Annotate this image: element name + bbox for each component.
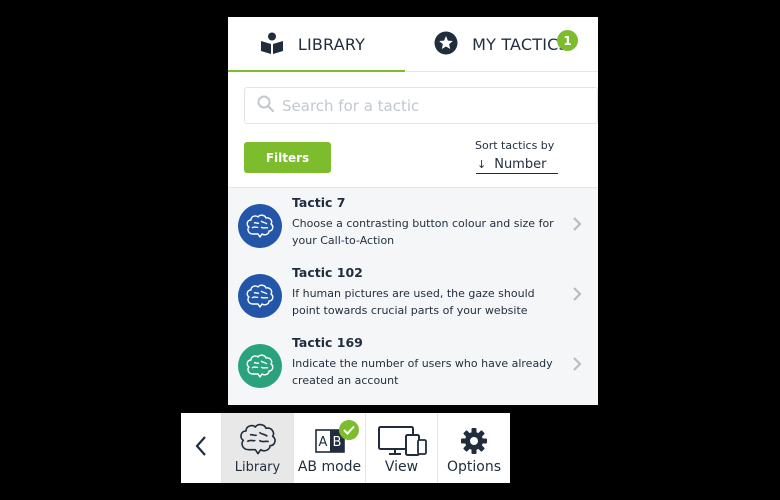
tactic-title: Tactic 102 [292, 265, 363, 280]
back-button[interactable] [181, 413, 222, 483]
tactic-item[interactable]: Tactic 102 If human pictures are used, t… [228, 258, 598, 328]
tactic-description: Choose a contrasting button colour and s… [292, 217, 554, 247]
tactics-panel: LIBRARY MY TACTICS 1 Filters Sort tactic… [228, 17, 598, 405]
active-tab-indicator [228, 70, 405, 72]
view-button-label: View [384, 459, 419, 475]
tactic-title: Tactic 169 [292, 335, 363, 350]
search-input[interactable] [282, 96, 582, 115]
tab-bar: LIBRARY MY TACTICS 1 [228, 17, 598, 72]
chevron-right-icon [572, 286, 582, 306]
tactic-description: Indicate the number of users who have al… [292, 357, 553, 387]
chevron-right-icon [572, 356, 582, 376]
tactic-title: Tactic 7 [292, 195, 346, 210]
view-button[interactable]: View [366, 413, 438, 483]
ab-mode-button[interactable]: A B AB mode [294, 413, 366, 483]
svg-text:A: A [318, 435, 327, 450]
filters-button[interactable]: Filters [244, 142, 331, 173]
star-icon [434, 31, 458, 59]
sort-label: Sort tactics by [475, 139, 555, 152]
library-button[interactable]: Library [222, 413, 294, 483]
options-button-label: Options [446, 459, 502, 475]
my-tactics-count-badge: 1 [557, 30, 578, 51]
tab-library[interactable]: LIBRARY [228, 17, 405, 72]
sort-direction-arrow-icon: ↓ [477, 158, 487, 171]
tab-my-tactics-label: MY TACTICS [472, 35, 569, 54]
sort-value: Number [494, 157, 547, 172]
search-box[interactable] [244, 87, 598, 124]
book-reader-icon [260, 32, 284, 58]
bottom-toolbar: Library A B AB mode View Options [181, 413, 510, 483]
brain-icon [238, 344, 282, 388]
gear-icon [460, 427, 488, 459]
tactic-item[interactable]: Tactic 7 Choose a contrasting button col… [228, 188, 598, 258]
svg-text:B: B [332, 435, 341, 450]
devices-icon [377, 425, 427, 461]
ab-mode-button-label: AB mode [297, 459, 362, 475]
sort-select[interactable]: ↓ Number [476, 156, 558, 174]
tactic-item[interactable]: Tactic 169 Indicate the number of users … [228, 328, 598, 398]
brain-outline-icon [238, 423, 278, 459]
brain-icon [238, 204, 282, 248]
tab-library-label: LIBRARY [297, 35, 366, 54]
tactic-list: Tactic 7 Choose a contrasting button col… [228, 187, 598, 405]
chevron-left-icon [195, 435, 207, 461]
chevron-right-icon [572, 216, 582, 236]
check-badge-icon [339, 420, 359, 440]
brain-icon [238, 274, 282, 318]
options-button[interactable]: Options [438, 413, 510, 483]
library-button-label: Library [234, 460, 281, 475]
search-icon [257, 95, 275, 116]
tactic-description: If human pictures are used, the gaze sho… [292, 287, 535, 317]
